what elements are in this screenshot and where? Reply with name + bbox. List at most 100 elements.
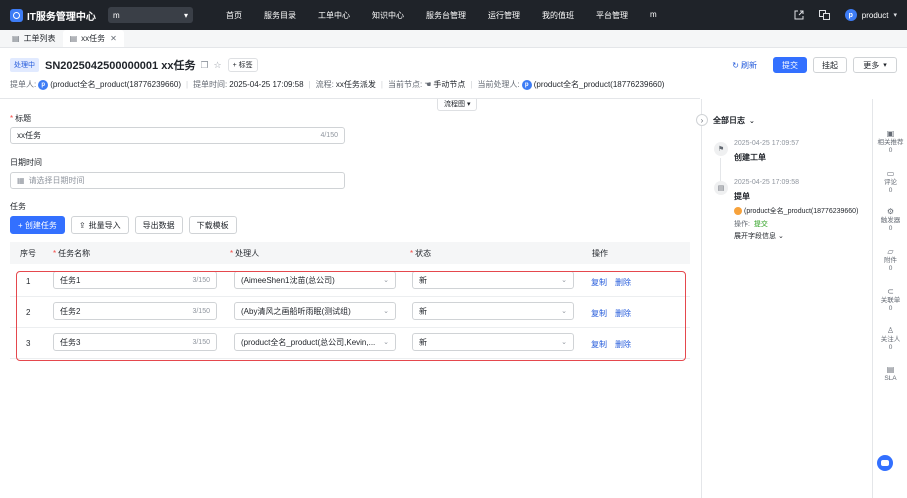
- tab-ticket-list[interactable]: ▤ 工单列表: [5, 30, 63, 47]
- submit-time-label: 提单时间:: [193, 80, 228, 89]
- status-select[interactable]: 新 ⌄: [412, 333, 574, 351]
- app-logo[interactable]: IT服务管理中心: [10, 8, 103, 23]
- task-name-input[interactable]: 任务1 3/150: [53, 271, 217, 289]
- delete-link[interactable]: 删除: [615, 308, 631, 319]
- sidebar-item-linked[interactable]: ⊂ 关联单 0: [873, 287, 907, 313]
- more-button[interactable]: 更多 ▾: [853, 57, 897, 73]
- chevron-down-icon: ⌄: [383, 277, 389, 284]
- sidebar-item-trigger[interactable]: ⚙ 触发器 0: [873, 207, 907, 233]
- assistant-bot-icon[interactable]: [877, 455, 893, 471]
- user-avatar[interactable]: p: [844, 9, 857, 21]
- bulk-import-button[interactable]: ⇪ 批量导入: [70, 216, 129, 234]
- calendar-icon: ▦: [17, 176, 25, 185]
- chevron-down-icon[interactable]: ▾: [893, 11, 897, 19]
- status-badge: 处理中: [10, 58, 39, 72]
- title-input[interactable]: xx任务 4/150: [10, 127, 345, 144]
- sidebar-item-attachment[interactable]: ▱ 附件 0: [873, 247, 907, 273]
- sidebar-item-recommend[interactable]: ▣ 相关推荐 0: [873, 129, 907, 155]
- bulk-import-label: 批量导入: [88, 220, 121, 230]
- sidebar-item-count: 0: [888, 305, 893, 313]
- task-name-input[interactable]: 任务2 3/150: [53, 302, 217, 320]
- nav-item-ticket-center[interactable]: 工单中心: [318, 10, 350, 21]
- trigger-icon: ⚙: [886, 207, 895, 216]
- date-picker[interactable]: ▦ 请选择日期时间: [10, 172, 345, 189]
- add-tag-button[interactable]: + 标签: [227, 58, 258, 72]
- status-select[interactable]: 新 ⌄: [412, 302, 574, 320]
- char-count: 3/150: [192, 307, 210, 315]
- copy-link[interactable]: 复制: [591, 308, 607, 319]
- user-name[interactable]: product: [862, 11, 889, 20]
- log-title: 全部日志: [713, 116, 745, 125]
- timeline-line: [720, 158, 721, 182]
- col-status-text: 状态: [415, 248, 432, 258]
- nav-item-my-duty[interactable]: 我的值班: [542, 10, 574, 21]
- user-icon: ♙: [886, 326, 895, 335]
- document-icon: ▤: [69, 34, 78, 43]
- nav-item-platform[interactable]: 平台管理: [596, 10, 628, 21]
- collapse-panel-button[interactable]: ›: [696, 114, 708, 126]
- log-action: 提单: [734, 192, 750, 201]
- task-name-value: 任务2: [60, 306, 81, 316]
- attachment-icon: ▱: [887, 247, 894, 256]
- comment-icon: ▭: [886, 169, 895, 178]
- copy-link[interactable]: 复制: [591, 277, 607, 288]
- char-count: 4/150: [320, 132, 338, 139]
- delete-link[interactable]: 删除: [615, 277, 631, 288]
- handler-select[interactable]: (AimeeShen1沈苗(总公司) ⌄: [234, 271, 396, 289]
- create-task-button[interactable]: + 创建任务: [10, 216, 65, 234]
- log-filter[interactable]: 全部日志 ⌄: [713, 115, 755, 126]
- nav-item-operations[interactable]: 运行管理: [488, 10, 520, 21]
- status-select[interactable]: 新 ⌄: [412, 271, 574, 289]
- sidebar-item-count: 0: [888, 225, 893, 233]
- flowchart-toggle[interactable]: 流程图 ▾: [437, 99, 478, 111]
- workspace-select[interactable]: m ▾: [108, 7, 193, 23]
- download-template-button[interactable]: 下载模板: [188, 216, 237, 234]
- star-icon[interactable]: ☆: [214, 60, 222, 71]
- nav-item-service-desk[interactable]: 服务台管理: [426, 10, 466, 21]
- refresh-button[interactable]: ↻ 刷新: [732, 60, 757, 71]
- flag-icon: ⚑: [714, 142, 728, 156]
- sidebar-item-label: 相关推荐: [877, 139, 904, 146]
- nav-item-home[interactable]: 首页: [226, 10, 242, 21]
- handler-select[interactable]: (Aby清风之画船听雨眠(测试组) ⌄: [234, 302, 396, 320]
- col-status: * 状态: [410, 248, 432, 258]
- nav-item-knowledge[interactable]: 知识中心: [372, 10, 404, 21]
- close-icon[interactable]: ✕: [110, 34, 117, 43]
- ticket-meta: 提单人: p (product全名_product(18776239660) |…: [10, 79, 665, 90]
- nav-item-service-catalog[interactable]: 服务目录: [264, 10, 296, 21]
- char-count: 3/150: [192, 338, 210, 346]
- delete-link[interactable]: 删除: [615, 339, 631, 350]
- node-label: 当前节点:: [387, 80, 423, 89]
- table-header: 序号 * 任务名称 * 处理人 * 状态 操作: [10, 242, 690, 264]
- copy-link[interactable]: 复制: [591, 339, 607, 350]
- submit-button[interactable]: 提交: [773, 57, 807, 73]
- op-value: 提交: [753, 221, 768, 228]
- op-label: 操作:: [734, 221, 750, 228]
- handler-select[interactable]: (product全名_product(总公司,Kevin,... ⌄: [234, 333, 396, 351]
- title-field-label: * 标题: [10, 114, 32, 123]
- col-name: * 任务名称: [53, 248, 91, 258]
- handler-value: (product全名_product(18776239660): [533, 80, 665, 89]
- sidebar-item-followers[interactable]: ♙ 关注人 0: [873, 326, 907, 352]
- sidebar-item-comment[interactable]: ▭ 评论 0: [873, 169, 907, 195]
- link-icon: ⊂: [887, 287, 894, 296]
- nav-item-m[interactable]: m: [650, 10, 657, 21]
- log-action: 创建工单: [734, 153, 766, 162]
- hold-button[interactable]: 挂起: [813, 57, 847, 73]
- divider: [0, 98, 700, 99]
- tab-xx-task[interactable]: ▤ xx任务 ✕: [62, 30, 124, 47]
- translate-icon[interactable]: [819, 9, 831, 21]
- flow-value: xx任务派发: [335, 80, 376, 89]
- task-name-input[interactable]: 任务3 3/150: [53, 333, 217, 351]
- char-count: 3/150: [192, 276, 210, 284]
- col-name-text: 任务名称: [58, 248, 91, 258]
- external-link-icon[interactable]: [793, 9, 805, 21]
- expand-fields-link[interactable]: 展开字段信息 ⌄: [734, 231, 858, 241]
- sidebar-item-label: 关注人: [880, 336, 901, 343]
- copy-icon[interactable]: ❐: [200, 60, 208, 71]
- right-sidebar: ▣ 相关推荐 0 ▭ 评论 0 ⚙ 触发器 0 ▱ 附件 0 ⊂ 关联单 0 ♙…: [872, 99, 907, 498]
- handler-value: (Aby清风之画船听雨眠(测试组): [241, 306, 351, 316]
- export-data-button[interactable]: 导出数据: [134, 216, 183, 234]
- sidebar-item-sla[interactable]: ▤ SLA: [873, 365, 907, 383]
- recommend-icon: ▣: [886, 129, 895, 138]
